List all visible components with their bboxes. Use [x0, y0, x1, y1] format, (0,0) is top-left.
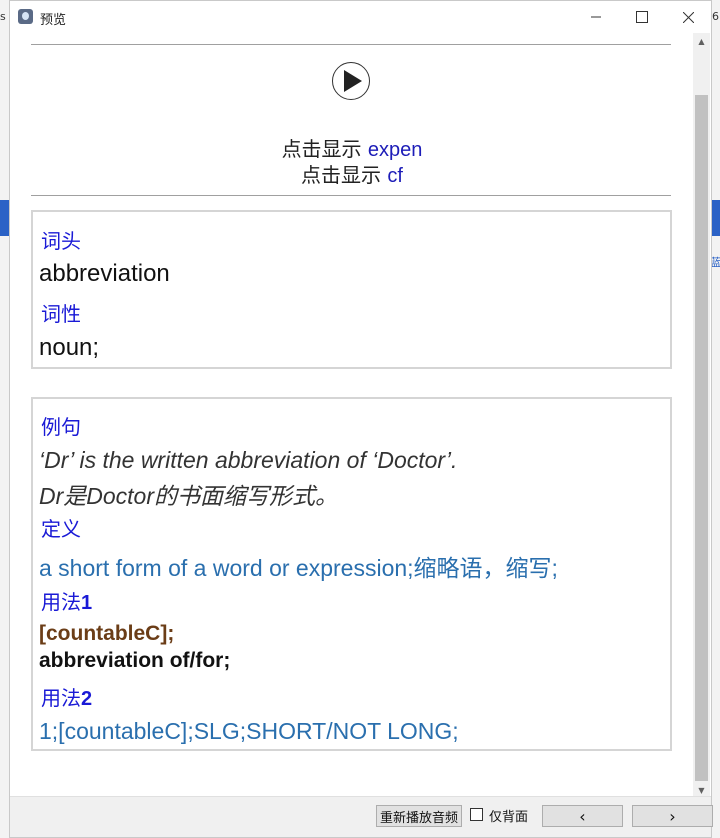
preview-window: 预览 点击显示 expen 点击显示 cf 词头 abbreviation 词性…: [9, 0, 713, 838]
maximize-button[interactable]: [619, 1, 665, 33]
play-audio-button[interactable]: [332, 62, 370, 100]
back-only-checkbox[interactable]: [470, 808, 483, 821]
maximize-icon: [636, 11, 648, 23]
chevron-up-icon: ▲: [698, 37, 705, 46]
headword-label: 词头: [41, 229, 81, 253]
usage1-number: 1: [81, 592, 93, 614]
next-button[interactable]: ›: [632, 805, 713, 827]
scroll-up-button[interactable]: ▲: [693, 33, 710, 50]
reveal-cf[interactable]: 点击显示 cf: [10, 159, 694, 188]
background-highlight-right: [712, 200, 720, 236]
chevron-right-icon: ›: [669, 806, 676, 826]
usage1-grammar: [countableC];: [39, 622, 175, 645]
chevron-down-icon: ▼: [698, 786, 705, 795]
replay-audio-button[interactable]: 重新播放音频: [376, 805, 462, 827]
chevron-left-icon: ‹: [579, 806, 586, 826]
pos-value: noun;: [39, 334, 100, 361]
card-content: 点击显示 expen 点击显示 cf 词头 abbreviation 词性 no…: [10, 33, 694, 799]
reveal-expen[interactable]: 点击显示 expen: [10, 133, 694, 162]
bottom-toolbar: 重新播放音频 仅背面 ‹ ›: [10, 796, 713, 837]
usage2-text: 1;[countableC];SLG;SHORT/NOT LONG;: [39, 718, 459, 744]
close-button[interactable]: [665, 1, 711, 33]
scroll-thumb[interactable]: [695, 95, 708, 781]
app-icon: [18, 9, 33, 24]
details-panel: 例句 ‘Dr’ is the written abbreviation of ‘…: [31, 397, 672, 751]
top-divider: [31, 44, 671, 45]
usage2-label-text: 用法: [41, 686, 81, 710]
background-glyph: s: [0, 10, 6, 23]
minimize-button[interactable]: [573, 1, 619, 33]
background-app-right: 6 蓝: [710, 0, 720, 838]
reveal-link-cf[interactable]: cf: [387, 165, 403, 187]
vertical-scrollbar[interactable]: ▲ ▼: [693, 33, 710, 799]
definition-label: 定义: [41, 517, 81, 541]
close-icon: [682, 11, 694, 23]
example-english: ‘Dr’ is the written abbreviation of ‘Doc…: [39, 447, 458, 473]
headword-value: abbreviation: [39, 260, 170, 287]
background-glyph-right: 6: [712, 10, 719, 23]
reveal-prefix: 点击显示: [281, 137, 368, 161]
example-chinese: Dr是Doctor的书面缩写形式。: [39, 483, 339, 509]
usage2-label: 用法2: [41, 682, 92, 711]
reveal-link-expen[interactable]: expen: [368, 139, 423, 161]
usage1-label: 用法1: [41, 586, 92, 615]
usage1-pattern: abbreviation of/for;: [39, 649, 231, 672]
headword-panel: 词头 abbreviation 词性 noun;: [31, 210, 672, 369]
middle-divider: [31, 195, 671, 196]
play-icon: [344, 70, 362, 92]
usage1-label-text: 用法: [41, 590, 81, 614]
minimize-icon: [591, 16, 601, 18]
pos-label: 词性: [41, 302, 81, 326]
back-only-label[interactable]: 仅背面: [489, 806, 528, 825]
example-label: 例句: [41, 415, 81, 439]
title-bar[interactable]: 预览: [10, 1, 711, 33]
previous-button[interactable]: ‹: [542, 805, 623, 827]
reveal-prefix: 点击显示: [301, 163, 388, 187]
definition-text: a short form of a word or expression;缩略语…: [39, 555, 558, 581]
usage2-number: 2: [81, 688, 93, 710]
window-title: 预览: [40, 13, 67, 28]
background-highlight: [0, 200, 9, 236]
